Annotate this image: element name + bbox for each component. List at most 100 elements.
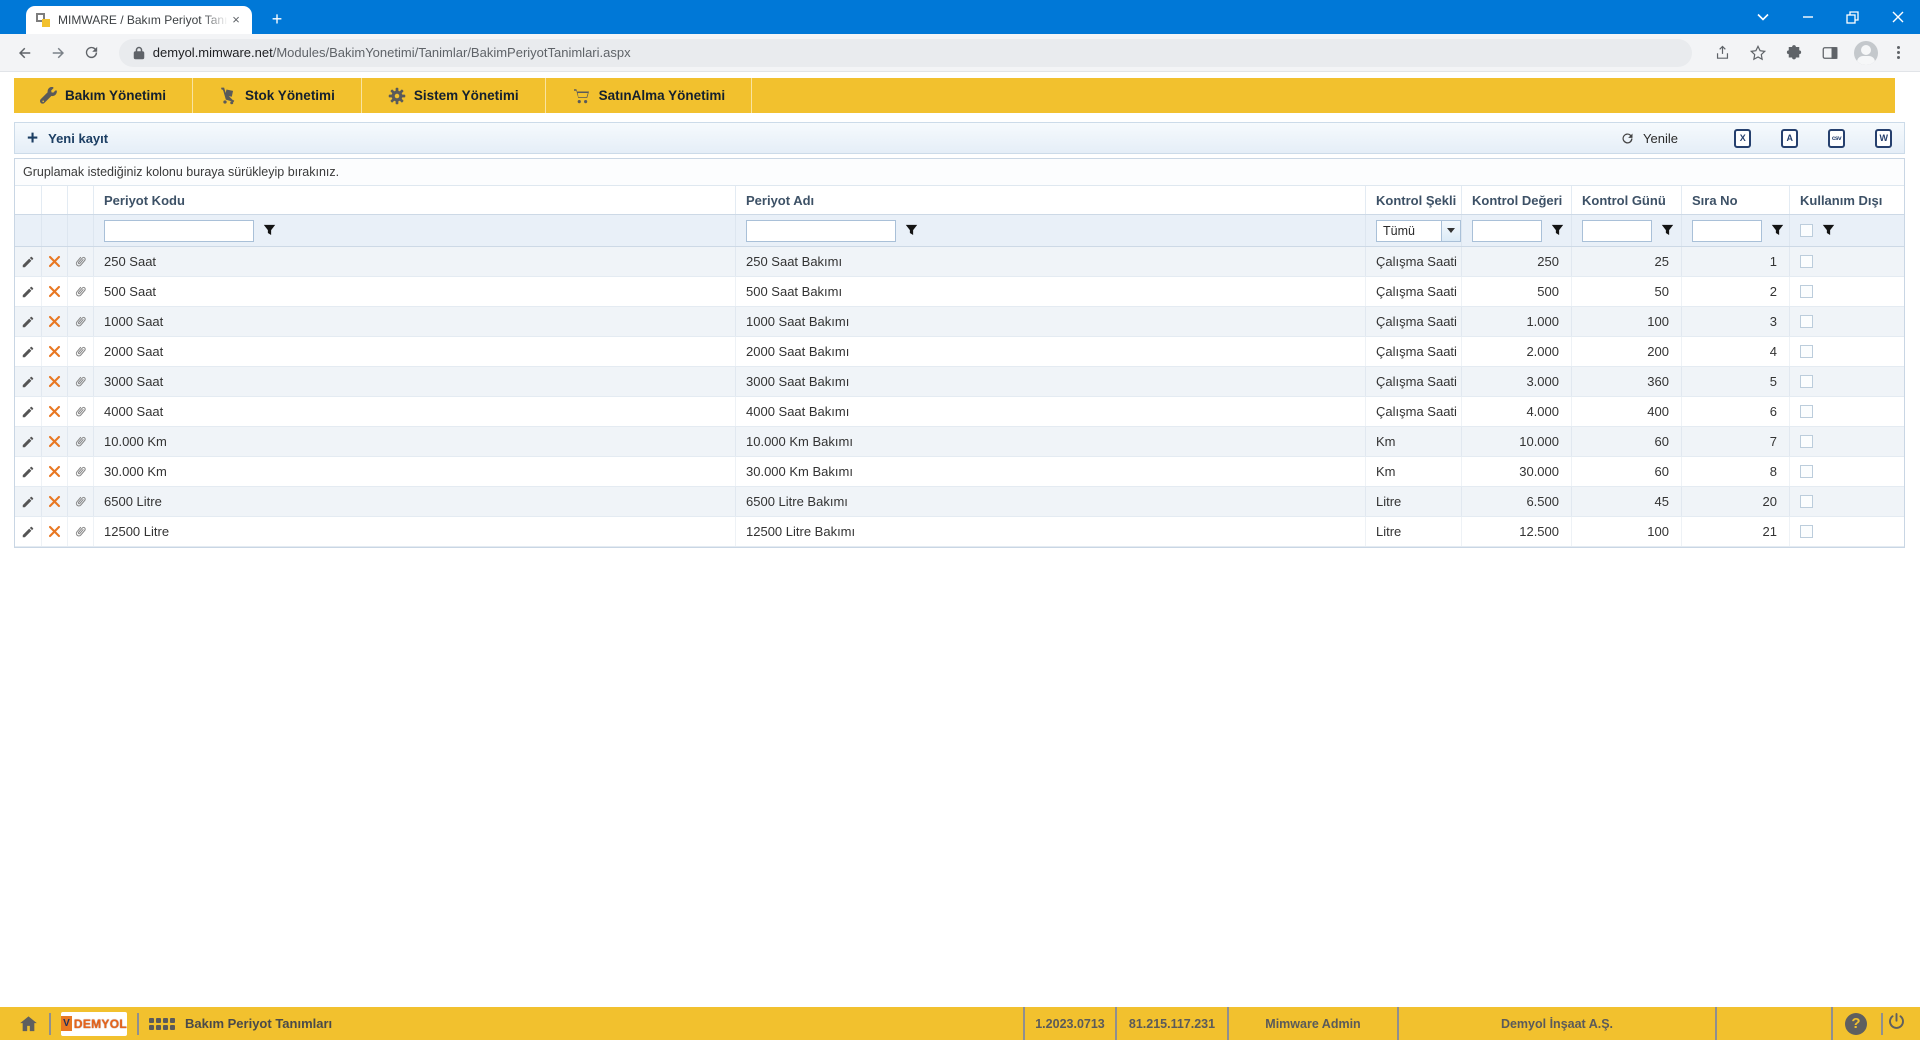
- profile-avatar[interactable]: [1852, 39, 1880, 67]
- window-close-icon[interactable]: [1875, 0, 1920, 34]
- kullanim-disi-checkbox[interactable]: [1800, 285, 1813, 298]
- table-row[interactable]: 12500 Litre 12500 Litre Bakımı Litre 12.500…: [15, 517, 1904, 547]
- delete-button[interactable]: [41, 247, 67, 276]
- edit-button[interactable]: [15, 457, 41, 486]
- window-chevron-icon[interactable]: [1740, 0, 1785, 34]
- delete-button[interactable]: [41, 307, 67, 336]
- back-icon[interactable]: [11, 39, 39, 67]
- edit-button[interactable]: [15, 337, 41, 366]
- filter-funnel-icon[interactable]: [263, 224, 276, 237]
- filter-kontrol-sekli-select[interactable]: Tümü: [1376, 219, 1461, 242]
- attachment-button[interactable]: [67, 337, 93, 366]
- menu-satinalma-yonetimi[interactable]: SatınAlma Yönetimi: [546, 78, 753, 113]
- edit-button[interactable]: [15, 277, 41, 306]
- tab-close-icon[interactable]: ×: [228, 12, 244, 28]
- edit-button[interactable]: [15, 487, 41, 516]
- attachment-button[interactable]: [67, 277, 93, 306]
- delete-button[interactable]: [41, 277, 67, 306]
- filter-funnel-icon[interactable]: [1661, 224, 1674, 237]
- url-input[interactable]: demyol.mimware.net/Modules/BakimYonetimi…: [118, 38, 1692, 67]
- table-row[interactable]: 4000 Saat 4000 Saat Bakımı Çalışma Saati 4.…: [15, 397, 1904, 427]
- attachment-button[interactable]: [67, 427, 93, 456]
- window-minimize-icon[interactable]: [1785, 0, 1830, 34]
- export-pdf-icon[interactable]: A: [1781, 128, 1798, 148]
- edit-button[interactable]: [15, 247, 41, 276]
- attachment-button[interactable]: [67, 307, 93, 336]
- attachment-button[interactable]: [67, 457, 93, 486]
- header-kontrol-sekli[interactable]: Kontrol Şekli: [1365, 186, 1461, 214]
- filter-periyot-adi-input[interactable]: [746, 219, 896, 242]
- menu-stok-yonetimi[interactable]: Stok Yönetimi: [193, 78, 362, 113]
- menu-bakim-yonetimi[interactable]: Bakım Yönetimi: [14, 78, 194, 113]
- export-excel-icon[interactable]: X: [1734, 128, 1751, 148]
- kullanim-disi-checkbox[interactable]: [1800, 435, 1813, 448]
- home-icon[interactable]: [18, 1014, 39, 1034]
- attachment-button[interactable]: [67, 517, 93, 546]
- delete-button[interactable]: [41, 397, 67, 426]
- new-tab-button[interactable]: +: [266, 9, 288, 31]
- edit-button[interactable]: [15, 307, 41, 336]
- edit-button[interactable]: [15, 397, 41, 426]
- attachment-button[interactable]: [67, 487, 93, 516]
- header-kontrol-gunu[interactable]: Kontrol Günü: [1571, 186, 1681, 214]
- side-panel-icon[interactable]: [1816, 39, 1844, 67]
- logout-power-icon[interactable]: [1887, 1012, 1906, 1036]
- demyol-logo[interactable]: V DEMYOL: [61, 1011, 127, 1036]
- help-icon[interactable]: ?: [1845, 1012, 1867, 1035]
- kullanim-disi-checkbox[interactable]: [1800, 315, 1813, 328]
- header-kontrol-degeri[interactable]: Kontrol Değeri: [1461, 186, 1571, 214]
- menu-sistem-yonetimi[interactable]: Sistem Yönetimi: [362, 78, 546, 113]
- new-record-button[interactable]: + Yeni kayıt: [27, 129, 108, 148]
- filter-periyot-kodu-input[interactable]: [104, 219, 254, 242]
- edit-button[interactable]: [15, 517, 41, 546]
- chrome-menu-icon[interactable]: [1888, 39, 1908, 67]
- filter-kontrol-degeri-input[interactable]: [1472, 219, 1542, 242]
- bookmark-star-icon[interactable]: [1744, 39, 1772, 67]
- share-icon[interactable]: [1708, 39, 1736, 67]
- table-row[interactable]: 10.000 Km 10.000 Km Bakımı Km 10.000 60 7: [15, 427, 1904, 457]
- delete-button[interactable]: [41, 517, 67, 546]
- forward-icon[interactable]: [45, 39, 73, 67]
- delete-button[interactable]: [41, 427, 67, 456]
- modules-grid-icon[interactable]: [149, 1017, 175, 1030]
- table-row[interactable]: 6500 Litre 6500 Litre Bakımı Litre 6.500 45 2…: [15, 487, 1904, 517]
- edit-button[interactable]: [15, 427, 41, 456]
- filter-kullanim-disi-checkbox[interactable]: [1800, 224, 1813, 237]
- group-by-panel[interactable]: Gruplamak istediğiniz kolonu buraya sürü…: [15, 159, 1904, 186]
- kullanim-disi-checkbox[interactable]: [1800, 525, 1813, 538]
- filter-sira-no-input[interactable]: [1692, 219, 1762, 242]
- header-periyot-kodu[interactable]: Periyot Kodu: [93, 186, 735, 214]
- window-restore-icon[interactable]: [1830, 0, 1875, 34]
- kullanim-disi-checkbox[interactable]: [1800, 465, 1813, 478]
- filter-funnel-icon[interactable]: [905, 224, 918, 237]
- export-word-icon[interactable]: W: [1875, 128, 1892, 148]
- kullanim-disi-checkbox[interactable]: [1800, 345, 1813, 358]
- filter-funnel-icon[interactable]: [1551, 224, 1564, 237]
- kullanim-disi-checkbox[interactable]: [1800, 255, 1813, 268]
- table-row[interactable]: 30.000 Km 30.000 Km Bakımı Km 30.000 60 8: [15, 457, 1904, 487]
- filter-kontrol-gunu-input[interactable]: [1582, 219, 1652, 242]
- table-row[interactable]: 2000 Saat 2000 Saat Bakımı Çalışma Saati 2.…: [15, 337, 1904, 367]
- delete-button[interactable]: [41, 487, 67, 516]
- attachment-button[interactable]: [67, 247, 93, 276]
- browser-tab[interactable]: MIMWARE / Bakım Periyot Tanımları ×: [26, 6, 252, 34]
- filter-funnel-icon[interactable]: [1822, 224, 1835, 237]
- delete-button[interactable]: [41, 367, 67, 396]
- table-row[interactable]: 1000 Saat 1000 Saat Bakımı Çalışma Saati 1.…: [15, 307, 1904, 337]
- delete-button[interactable]: [41, 457, 67, 486]
- refresh-button[interactable]: Yenile: [1620, 131, 1678, 146]
- filter-funnel-icon[interactable]: [1771, 224, 1784, 237]
- kullanim-disi-checkbox[interactable]: [1800, 495, 1813, 508]
- extensions-puzzle-icon[interactable]: [1780, 39, 1808, 67]
- header-kullanim-disi[interactable]: Kullanım Dışı: [1789, 186, 1904, 214]
- export-csv-icon[interactable]: csv: [1828, 128, 1845, 148]
- header-periyot-adi[interactable]: Periyot Adı: [735, 186, 1365, 214]
- kullanim-disi-checkbox[interactable]: [1800, 375, 1813, 388]
- combo-dropdown-icon[interactable]: [1441, 220, 1460, 241]
- delete-button[interactable]: [41, 337, 67, 366]
- table-row[interactable]: 250 Saat 250 Saat Bakımı Çalışma Saati 250 2…: [15, 247, 1904, 277]
- edit-button[interactable]: [15, 367, 41, 396]
- header-sira-no[interactable]: Sıra No: [1681, 186, 1789, 214]
- table-row[interactable]: 500 Saat 500 Saat Bakımı Çalışma Saati 500 5…: [15, 277, 1904, 307]
- attachment-button[interactable]: [67, 367, 93, 396]
